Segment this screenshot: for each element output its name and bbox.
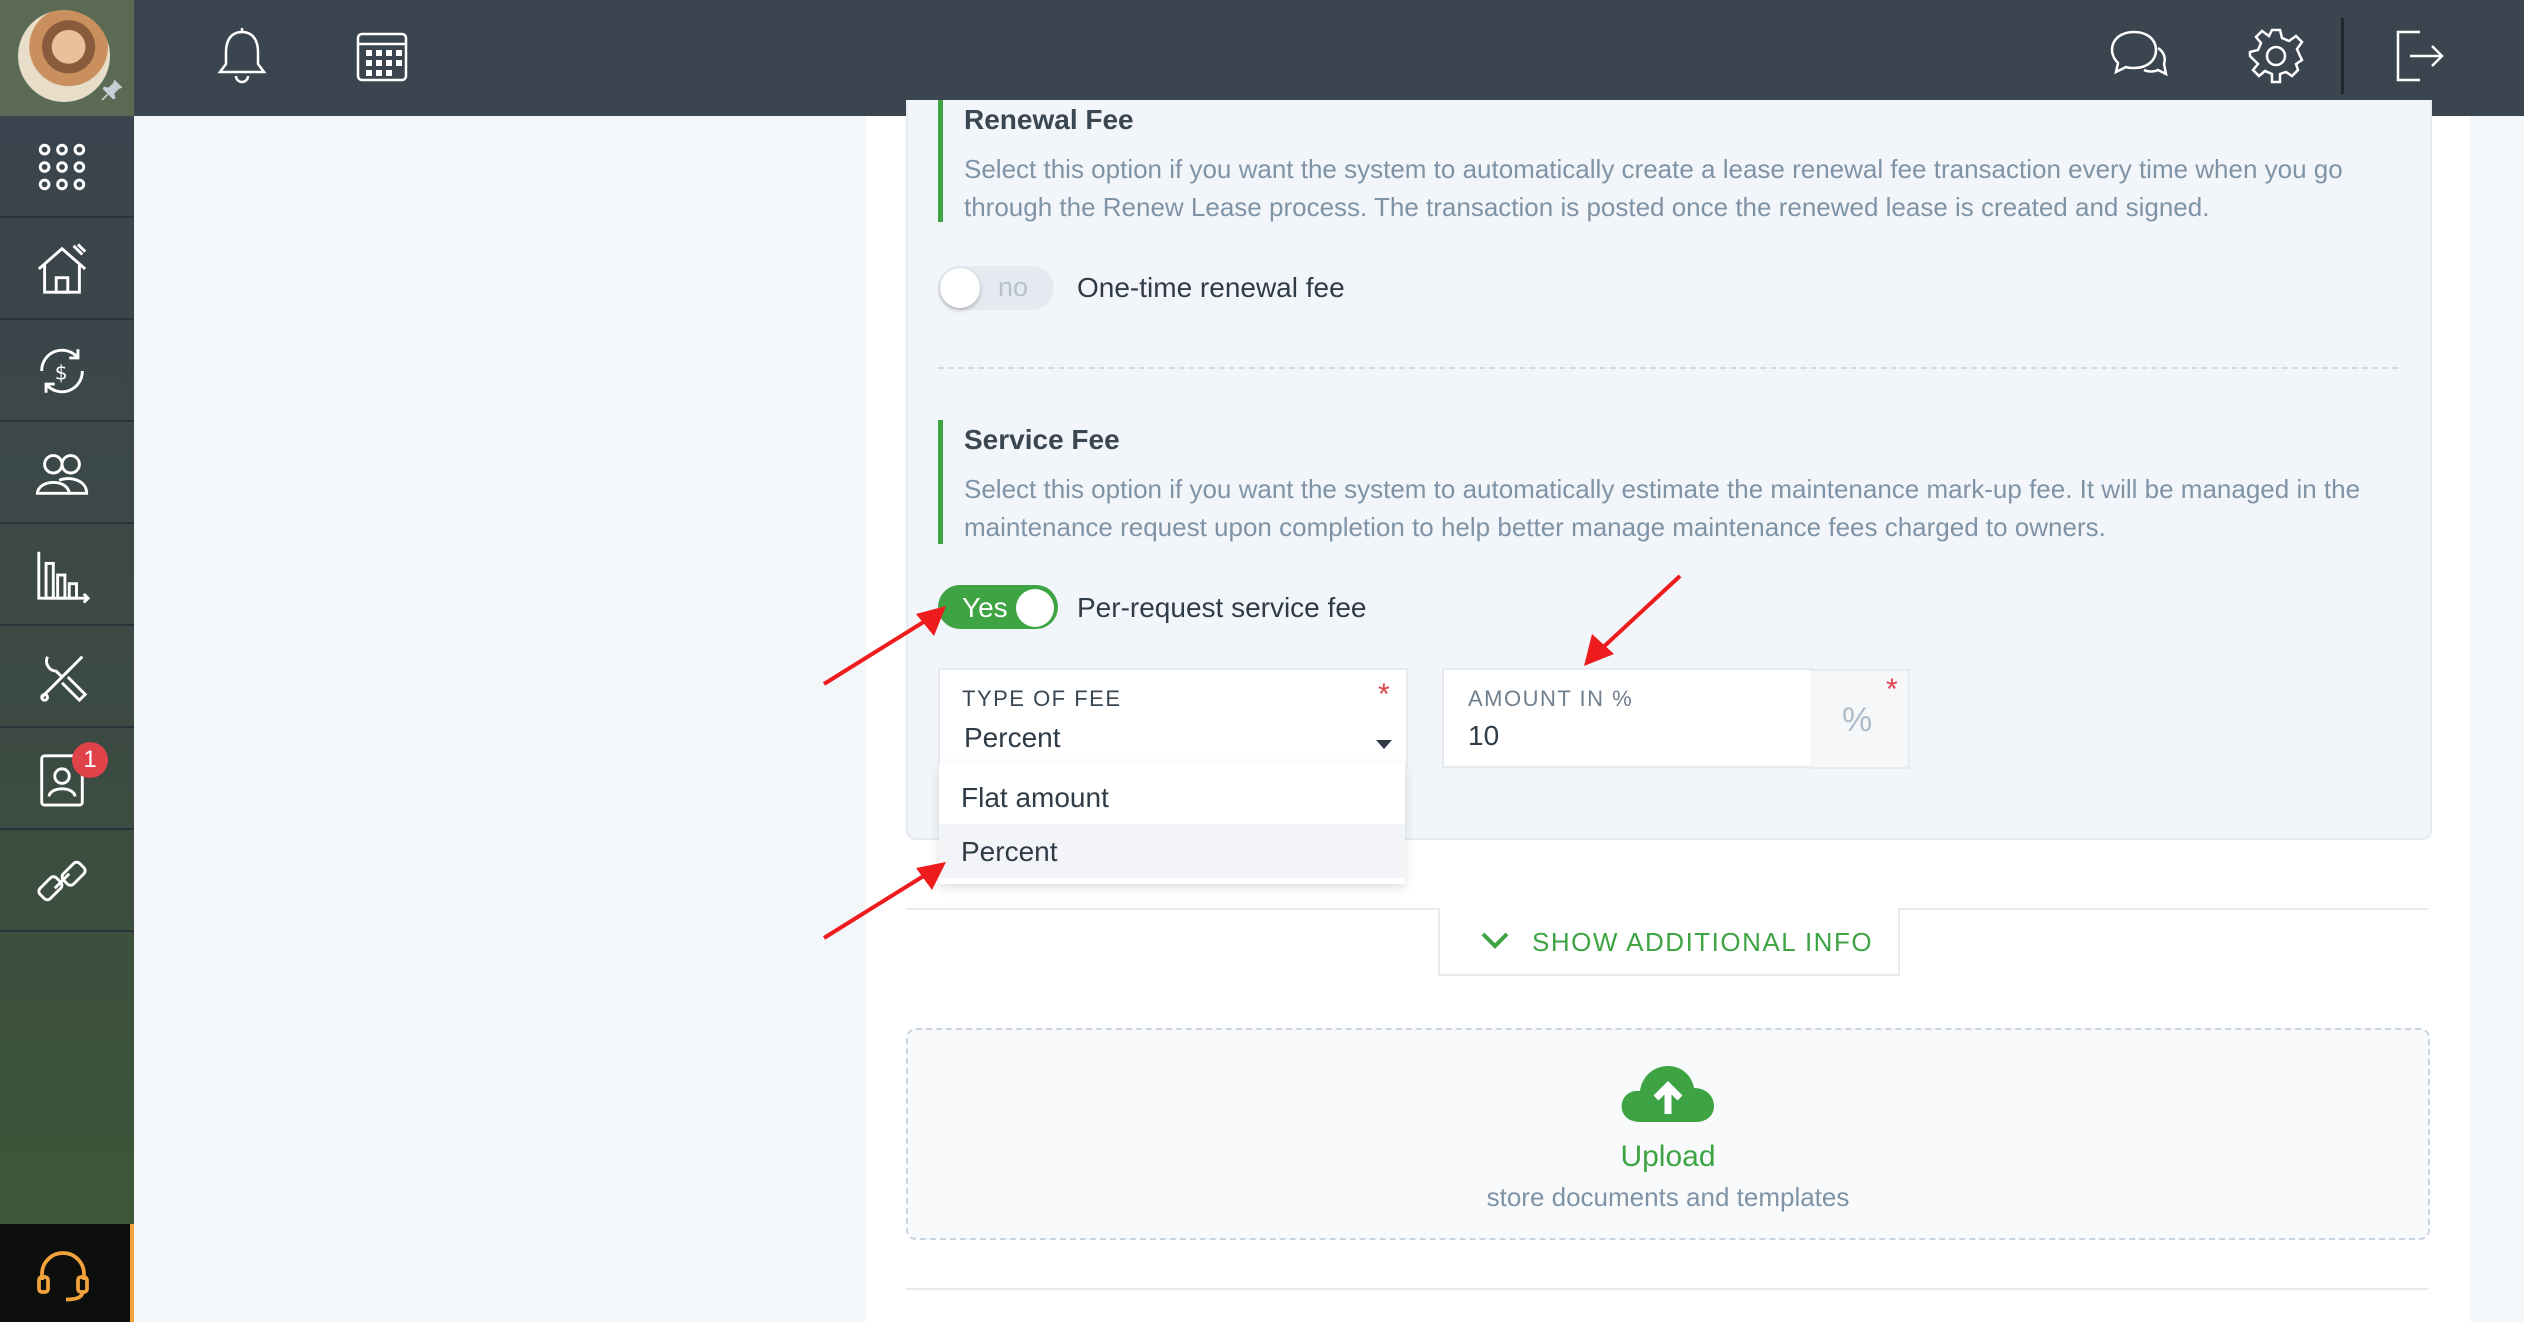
service-fee-toggle[interactable]: Yes — [938, 585, 1058, 629]
required-marker: * — [1886, 673, 1898, 706]
service-fee-accent — [938, 420, 943, 544]
reports-icon — [37, 551, 91, 604]
percent-addon: % * — [1810, 669, 1910, 769]
dropdown-option-percent[interactable]: Percent — [939, 824, 1405, 878]
type-of-fee-label: TYPE OF FEE — [962, 686, 1122, 711]
toggle-state-label: Yes — [962, 592, 1008, 623]
show-additional-info-label: SHOW ADDITIONAL INFO — [1532, 927, 1874, 957]
user-avatar-cell[interactable] — [0, 0, 134, 116]
sidebar-item-people[interactable] — [0, 422, 134, 524]
apps-grid-icon — [38, 143, 86, 191]
sidebar-item-contacts[interactable]: 1 — [0, 728, 134, 830]
type-of-fee-select[interactable]: TYPE OF FEE * Percent — [938, 668, 1408, 768]
annotation-arrow — [1584, 574, 1682, 666]
sidebar-item-accounting[interactable]: $ — [0, 320, 134, 422]
toggle-knob — [940, 268, 980, 308]
annotation-arrow — [822, 862, 946, 940]
amount-value: 10 — [1468, 720, 1500, 751]
toggle-state-label: no — [998, 272, 1029, 302]
settings-button[interactable] — [2244, 24, 2308, 88]
topbar-divider — [2341, 18, 2344, 94]
upload-subtitle: store documents and templates — [1486, 1182, 1850, 1212]
integrations-icon — [37, 860, 87, 902]
logout-icon — [2396, 30, 2444, 82]
annotation-arrow — [822, 606, 946, 686]
service-fee-title: Service Fee — [964, 424, 1120, 455]
cloud-upload-icon — [1621, 1066, 1714, 1122]
bottom-divider — [906, 1288, 2428, 1290]
amount-label: AMOUNT IN % — [1468, 686, 1634, 711]
service-fee-toggle-label: Per-request service fee — [1077, 592, 1367, 623]
caret-down-icon — [1376, 740, 1392, 749]
upload-dropzone[interactable]: Upload store documents and templates — [906, 1028, 2430, 1240]
renewal-fee-title: Renewal Fee — [964, 104, 1134, 135]
show-additional-info-button[interactable]: SHOW ADDITIONAL INFO — [1438, 908, 1900, 976]
messages-button[interactable] — [2106, 24, 2170, 88]
calendar-icon — [356, 32, 408, 82]
renewal-fee-toggle-label: One-time renewal fee — [1077, 272, 1345, 303]
notification-badge: 1 — [72, 742, 108, 778]
svg-text:$: $ — [55, 361, 68, 385]
amount-input[interactable]: AMOUNT IN % 10 — [1442, 668, 1812, 768]
bell-icon — [217, 28, 267, 84]
toggle-knob — [1016, 589, 1054, 627]
headset-icon — [37, 1251, 89, 1302]
renewal-fee-accent — [938, 100, 943, 222]
accounting-icon: $ — [40, 348, 84, 394]
sidebar-item-integrations[interactable] — [0, 830, 134, 932]
type-of-fee-dropdown: Flat amount Percent — [939, 764, 1405, 884]
calendar-button[interactable] — [350, 24, 414, 88]
pin-icon[interactable] — [98, 76, 126, 104]
sidebar: $ 1 — [0, 0, 134, 1322]
sidebar-item-maintenance[interactable] — [0, 626, 134, 728]
percent-symbol: % — [1842, 701, 1873, 739]
sidebar-item-reports[interactable] — [0, 524, 134, 626]
sidebar-item-apps[interactable] — [0, 116, 134, 218]
properties-icon — [37, 243, 87, 294]
chat-icon — [2110, 30, 2168, 77]
required-marker: * — [1378, 678, 1390, 711]
top-bar — [134, 0, 2524, 116]
gear-icon — [2248, 28, 2304, 84]
service-fee-description: Select this option if you want the syste… — [964, 474, 2361, 542]
renewal-fee-description: Select this option if you want the syste… — [964, 154, 2343, 222]
people-icon — [35, 454, 89, 495]
type-of-fee-value: Percent — [964, 722, 1061, 753]
dropdown-option-flat-amount[interactable]: Flat amount — [939, 770, 1405, 824]
avatar[interactable] — [18, 10, 110, 102]
logout-button[interactable] — [2384, 24, 2448, 88]
sidebar-item-properties[interactable] — [0, 218, 134, 320]
support-button[interactable] — [0, 1224, 134, 1322]
section-divider — [938, 367, 2398, 369]
upload-title: Upload — [1620, 1140, 1716, 1173]
notifications-button[interactable] — [210, 24, 274, 88]
renewal-fee-toggle[interactable]: no — [938, 266, 1054, 310]
maintenance-icon — [40, 655, 88, 703]
chevron-down-icon — [1481, 932, 1509, 949]
